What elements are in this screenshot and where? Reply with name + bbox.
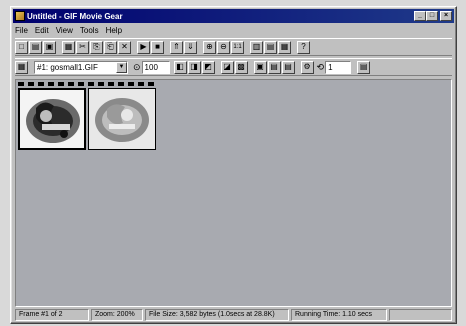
move-down-icon: ⇓	[187, 42, 194, 51]
save-button[interactable]: ▣	[43, 40, 56, 54]
frame-properties-icon: ▦	[17, 62, 26, 71]
crop-icon: ▣	[256, 62, 264, 71]
title-bar[interactable]: Untitled - GIF Movie Gear _ □ ×	[13, 9, 454, 23]
resize-button[interactable]: ▤	[281, 60, 295, 74]
zoom-out-icon: ⊖	[220, 42, 227, 51]
help-icon: ?	[301, 42, 306, 51]
status-bar: Frame #1 of 2 Zoom: 200% File Size: 3,58…	[15, 309, 452, 321]
transparency-icon: ◧	[176, 62, 184, 71]
frame-thumbnail-2[interactable]	[88, 88, 156, 150]
edit-frame-icon: ◪	[223, 62, 231, 71]
view-animation-button[interactable]: ▦	[278, 40, 291, 54]
resize-icon: ▤	[284, 62, 292, 71]
gear-icon: ⚙	[303, 62, 311, 71]
optimize-icon: ▤	[270, 62, 278, 71]
app-window: Untitled - GIF Movie Gear _ □ × File Edi…	[10, 6, 457, 324]
copy-button[interactable]: ⎘	[90, 40, 103, 54]
close-button[interactable]: ×	[440, 11, 452, 21]
menu-help[interactable]: Help	[106, 26, 122, 35]
insert-frame-icon: ▦	[64, 42, 73, 51]
new-button[interactable]: □	[15, 40, 28, 54]
main-toolbar: □ ▤ ▣ ▦ ✂ ⎘ ⎗ ✕ ▶ ■ ⇑ ⇓ ⊕ ⊖ 1:1 ▥ ▤ ▦ ?	[15, 38, 452, 56]
delay-input[interactable]: 100	[141, 60, 170, 74]
zoom-actual-icon: 1:1	[233, 44, 242, 50]
insert-frame-button[interactable]: ▦	[62, 40, 75, 54]
transparency-button[interactable]: ◧	[173, 60, 187, 74]
menu-edit[interactable]: Edit	[35, 26, 49, 35]
view-animation-icon: ▦	[280, 42, 289, 51]
frame-toolbar: ▦ #1: gosmall1.GIF ▼ ⊙ 100 ◧ ◨ ◩ ◪ ▩ ▣ ▤…	[15, 58, 452, 76]
zoom-in-icon: ⊕	[206, 42, 213, 51]
view-filmstrip-icon: ▤	[266, 42, 275, 51]
frame-select[interactable]: #1: gosmall1.GIF ▼	[34, 60, 128, 74]
frames-workspace[interactable]	[15, 79, 452, 307]
crop-button[interactable]: ▣	[253, 60, 267, 74]
window-controls: _ □ ×	[414, 11, 452, 21]
view-frames-icon: ▥	[252, 42, 261, 51]
frame-2-image	[95, 98, 149, 142]
move-up-button[interactable]: ⇑	[170, 40, 183, 54]
zoom-in-button[interactable]: ⊕	[203, 40, 216, 54]
paste-button[interactable]: ⎗	[104, 40, 117, 54]
paint-button[interactable]: ▩	[234, 60, 248, 74]
help-button[interactable]: ?	[297, 40, 310, 54]
save-icon: ▣	[45, 42, 54, 51]
delete-button[interactable]: ✕	[118, 40, 131, 54]
status-frame: Frame #1 of 2	[15, 309, 89, 321]
status-zoom: Zoom: 200%	[91, 309, 143, 321]
play-icon: ▶	[140, 42, 147, 51]
gif-movie-gear-app-icon[interactable]	[15, 11, 25, 21]
status-file-size: File Size: 3,582 bytes (1.0secs at 28.8K…	[145, 309, 289, 321]
paste-icon: ⎗	[107, 42, 114, 51]
menu-tools[interactable]: Tools	[80, 26, 99, 35]
zoom-out-button[interactable]: ⊖	[217, 40, 230, 54]
copy-icon: ⎘	[93, 42, 100, 51]
palette-icon: ◩	[204, 62, 212, 71]
edit-frame-button[interactable]: ◪	[220, 60, 234, 74]
maximize-button[interactable]: □	[426, 11, 438, 21]
open-button[interactable]: ▤	[29, 40, 42, 54]
frame-1-image	[26, 99, 80, 143]
animation-settings-button[interactable]: ⚙	[300, 60, 314, 74]
menu-view[interactable]: View	[56, 26, 73, 35]
view-filmstrip-button[interactable]: ▤	[264, 40, 277, 54]
play-button[interactable]: ▶	[137, 40, 150, 54]
menu-file[interactable]: File	[15, 26, 28, 35]
chevron-down-icon[interactable]: ▼	[116, 61, 127, 73]
preview-icon: ▤	[359, 62, 368, 71]
disposal-button[interactable]: ◨	[187, 60, 201, 74]
open-icon: ▤	[31, 42, 40, 51]
frame-thumbnail-1[interactable]	[18, 88, 86, 150]
view-frames-button[interactable]: ▥	[250, 40, 263, 54]
cut-button[interactable]: ✂	[76, 40, 89, 54]
new-icon: □	[19, 42, 24, 51]
disposal-icon: ◨	[190, 62, 198, 71]
preview-button[interactable]: ▤	[357, 60, 371, 74]
zoom-actual-button[interactable]: 1:1	[231, 40, 244, 54]
frame-select-value: #1: gosmall1.GIF	[37, 62, 98, 72]
cut-icon: ✂	[79, 42, 86, 51]
loop-icon: ⟲	[316, 61, 325, 72]
minimize-button[interactable]: _	[414, 11, 426, 21]
stop-icon: ■	[155, 42, 160, 51]
frame-properties-button[interactable]: ▦	[15, 60, 28, 74]
optimize-button[interactable]: ▤	[267, 60, 281, 74]
window-title: Untitled - GIF Movie Gear	[27, 11, 123, 21]
clock-icon: ⊙	[133, 61, 141, 72]
stop-button[interactable]: ■	[151, 40, 164, 54]
move-up-icon: ⇑	[173, 42, 180, 51]
loop-count-input[interactable]: 1	[325, 60, 352, 74]
film-strip-perforations	[18, 82, 156, 86]
paint-icon: ▩	[237, 62, 245, 71]
status-running-time: Running Time: 1.10 secs	[291, 309, 387, 321]
delete-icon: ✕	[121, 42, 128, 51]
palette-button[interactable]: ◩	[201, 60, 215, 74]
move-down-button[interactable]: ⇓	[184, 40, 197, 54]
menu-bar: File Edit View Tools Help	[15, 25, 122, 36]
status-spare	[389, 309, 452, 321]
